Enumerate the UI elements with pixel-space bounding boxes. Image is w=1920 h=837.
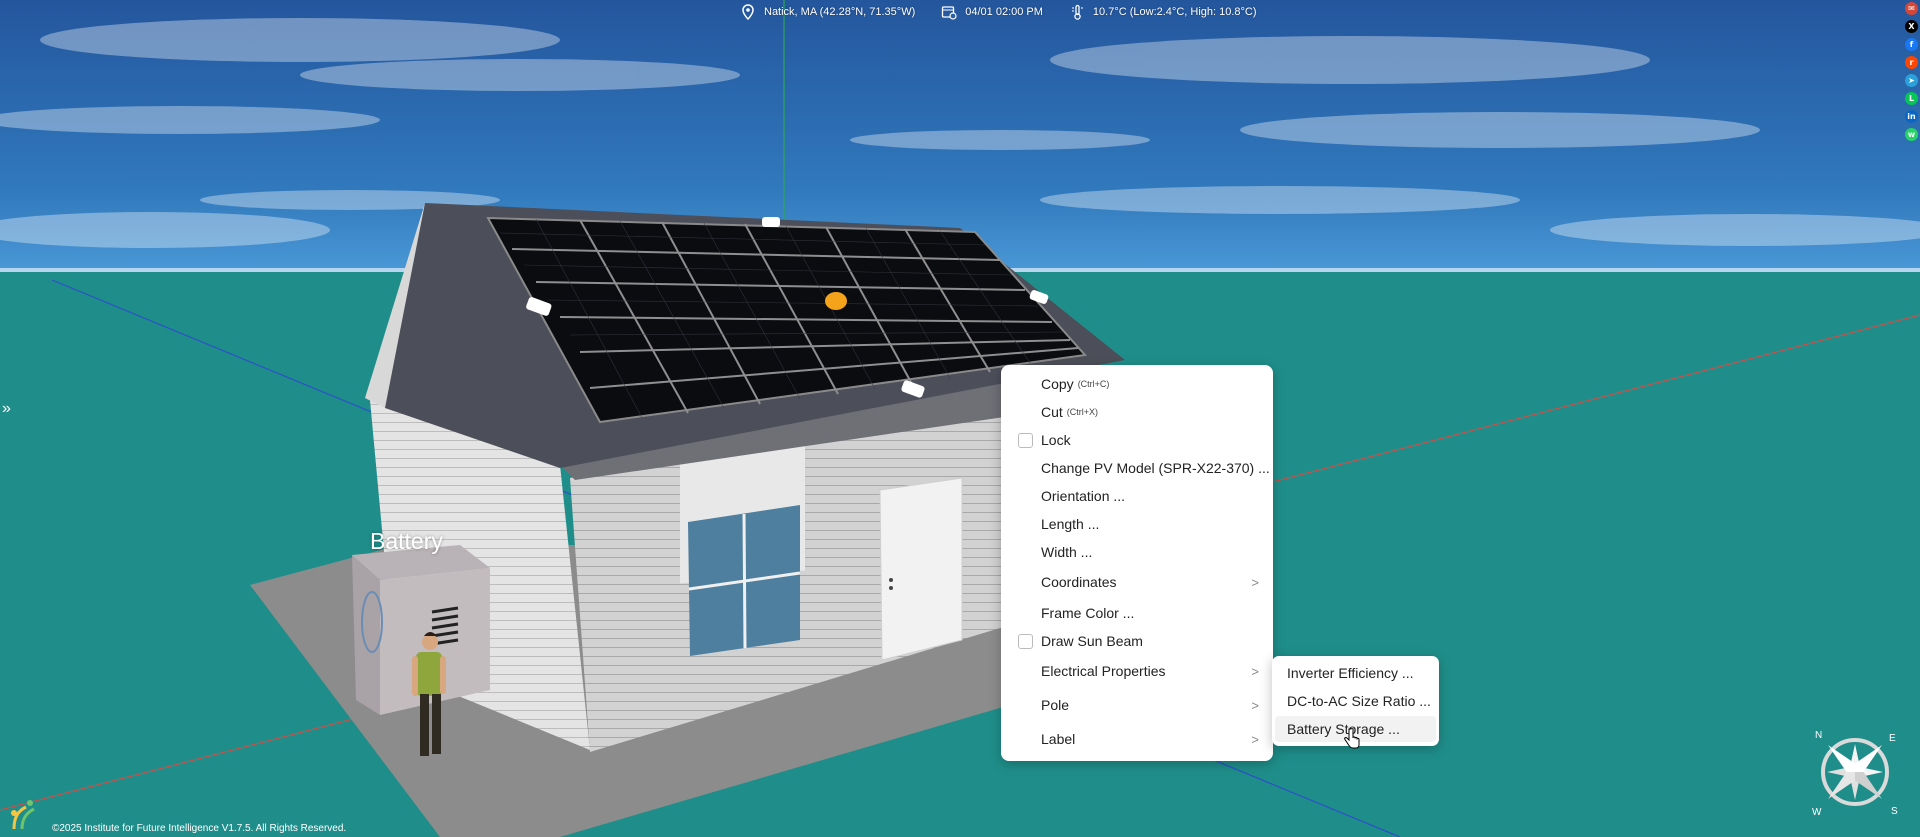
menu-item-electrical-properties[interactable]: Electrical Properties > (1001, 658, 1273, 684)
sun-position-marker[interactable] (825, 292, 847, 310)
menu-cut-shortcut: (Ctrl+X) (1066, 407, 1099, 417)
weather-text[interactable]: 10.7°C (Low:2.4°C, High: 10.8°C) (1093, 6, 1257, 18)
menu-item-change-pv-model[interactable]: Change PV Model (SPR-X22-370) ... (1001, 455, 1273, 481)
compass-w-label: W (1812, 807, 1822, 818)
menu-item-orientation[interactable]: Orientation ... (1001, 483, 1273, 509)
menu-pole-label: Pole (1041, 697, 1070, 713)
panel-resize-handle[interactable] (762, 217, 780, 227)
menu-orientation-label: Orientation ... (1041, 488, 1126, 504)
telegram-share-icon[interactable]: ➤ (1905, 74, 1918, 87)
menu-draw-sun-beam-label: Draw Sun Beam (1041, 633, 1143, 649)
lock-checkbox[interactable] (1018, 432, 1033, 448)
menu-electrical-properties-label: Electrical Properties (1041, 663, 1166, 679)
compass-s-label: S (1891, 806, 1898, 817)
location-pin-icon[interactable] (740, 4, 756, 20)
menu-item-coordinates[interactable]: Coordinates > (1001, 569, 1273, 595)
menu-coordinates-label: Coordinates (1041, 574, 1117, 590)
menu-item-length[interactable]: Length ... (1001, 511, 1273, 537)
menu-item-frame-color[interactable]: Frame Color ... (1001, 600, 1273, 626)
chevron-right-icon: > (1251, 697, 1259, 713)
menu-item-label[interactable]: Label > (1001, 726, 1273, 752)
menu-item-cut[interactable]: Cut (Ctrl+X) (1001, 399, 1273, 425)
submenu-dc-to-ac-label: DC-to-AC Size Ratio ... (1287, 693, 1431, 709)
submenu-inverter-efficiency-label: Inverter Efficiency ... (1287, 665, 1414, 681)
line-share-icon[interactable]: L (1905, 92, 1918, 105)
facebook-share-icon[interactable]: f (1905, 38, 1918, 51)
battery-label: Battery (370, 528, 443, 554)
compass-n-label: N (1815, 730, 1822, 741)
menu-item-lock[interactable]: Lock (1001, 427, 1273, 453)
menu-copy-label: Copy (1041, 376, 1074, 392)
menu-item-width[interactable]: Width ... (1001, 539, 1273, 565)
3d-scene-canvas[interactable]: N E S W (0, 0, 1920, 837)
draw-sun-beam-checkbox[interactable] (1018, 633, 1033, 649)
x-share-icon[interactable]: X (1905, 20, 1918, 33)
menu-item-draw-sun-beam[interactable]: Draw Sun Beam (1001, 628, 1273, 654)
compass-e-label: E (1889, 733, 1896, 744)
chevron-right-icon: > (1251, 731, 1259, 747)
menu-cut-label: Cut (1041, 404, 1063, 420)
thermometer-icon[interactable] (1069, 4, 1085, 20)
menu-width-label: Width ... (1041, 544, 1093, 560)
ifi-logo-icon (11, 800, 35, 830)
chevron-right-icon: > (1251, 663, 1259, 679)
info-bar: Natick, MA (42.28°N, 71.35°W) 04/01 02:0… (740, 2, 1257, 22)
email-share-icon[interactable]: ✉ (1905, 2, 1918, 15)
share-bar: ✉ Xf r ➤ Lin w (1905, 2, 1918, 141)
location-text[interactable]: Natick, MA (42.28°N, 71.35°W) (764, 6, 915, 18)
submenu-item-dc-to-ac-ratio[interactable]: DC-to-AC Size Ratio ... (1275, 688, 1436, 714)
menu-copy-shortcut: (Ctrl+C) (1077, 379, 1110, 389)
hand-cursor-icon (1344, 728, 1360, 749)
calendar-clock-icon[interactable] (941, 4, 957, 20)
datetime-text[interactable]: 04/01 02:00 PM (965, 6, 1043, 18)
menu-length-label: Length ... (1041, 516, 1100, 532)
menu-item-pole[interactable]: Pole > (1001, 692, 1273, 718)
submenu-item-inverter-efficiency[interactable]: Inverter Efficiency ... (1275, 660, 1436, 686)
sidebar-expand-icon[interactable]: » (2, 400, 11, 418)
menu-change-pv-model-label: Change PV Model (SPR-X22-370) ... (1041, 460, 1270, 476)
reddit-share-icon[interactable]: r (1905, 56, 1918, 69)
menu-label-label: Label (1041, 731, 1076, 747)
linkedin-share-icon[interactable]: in (1905, 110, 1918, 123)
menu-frame-color-label: Frame Color ... (1041, 605, 1135, 621)
copyright-footer: ©2025 Institute for Future Intelligence … (52, 823, 347, 834)
menu-lock-label: Lock (1041, 432, 1071, 448)
whatsapp-share-icon[interactable]: w (1905, 128, 1918, 141)
menu-item-copy[interactable]: Copy (Ctrl+C) (1001, 371, 1273, 397)
chevron-right-icon: > (1251, 574, 1259, 590)
context-menu: Copy (Ctrl+C) Cut (Ctrl+X) Lock Change P… (1001, 365, 1273, 761)
